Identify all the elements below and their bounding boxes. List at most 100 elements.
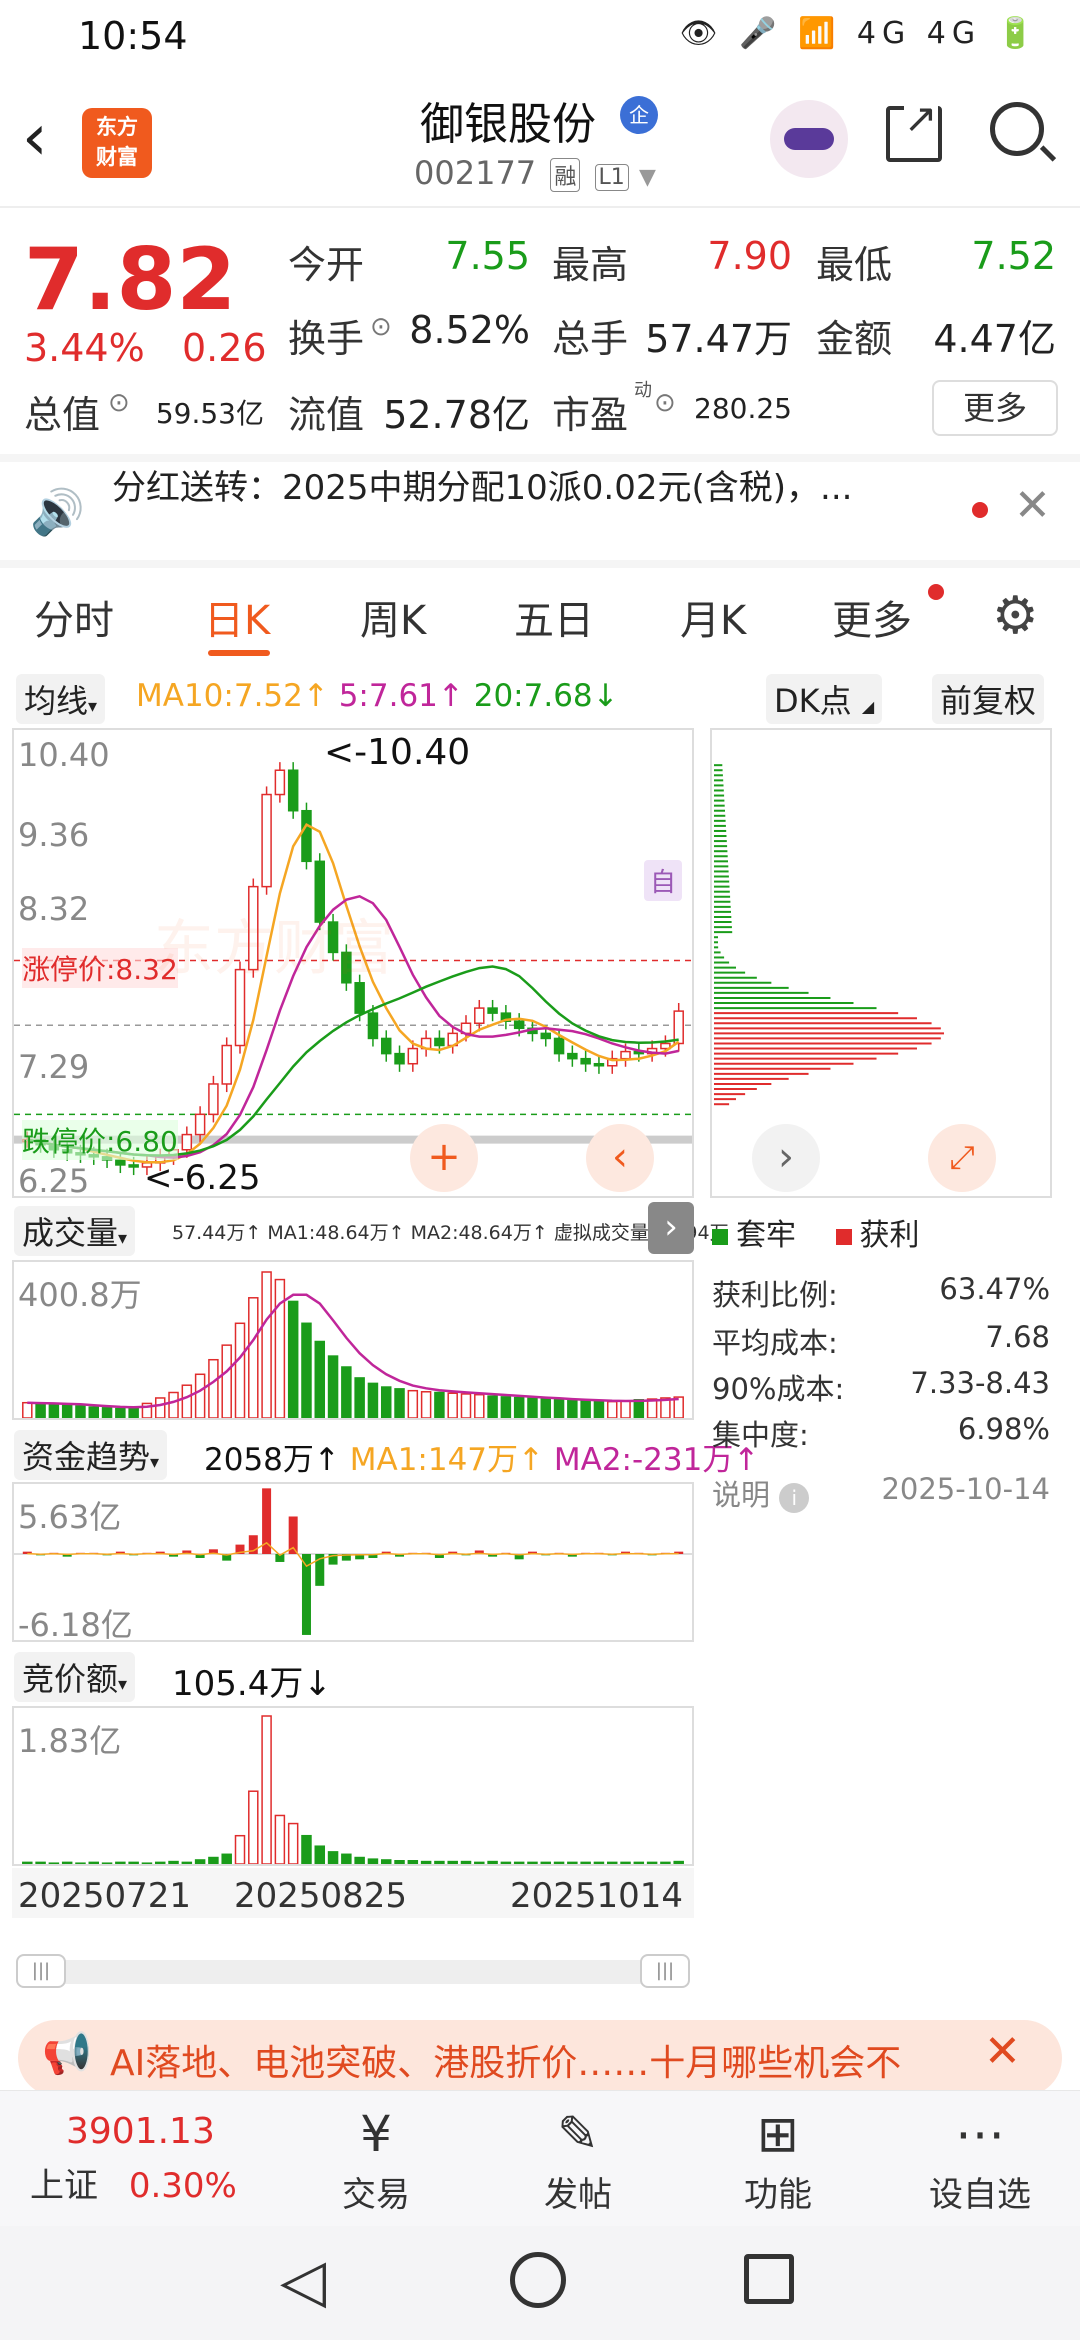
- y-label: 10.40: [18, 736, 110, 774]
- tab-five-day[interactable]: 五日: [514, 588, 594, 646]
- y-label: -6.18亿: [18, 1606, 133, 1644]
- change-amount: 0.26: [182, 326, 267, 370]
- dk-point-dropdown[interactable]: DK点 ◢: [766, 674, 883, 724]
- volume-bar: [208, 1358, 219, 1418]
- fund-dropdown[interactable]: 资金趋势▾: [14, 1430, 168, 1480]
- tab-weekly-k[interactable]: 周K: [360, 588, 426, 646]
- auction-bar: [88, 1861, 100, 1864]
- volume-bar: [567, 1399, 578, 1418]
- auction-bar: [354, 1856, 365, 1864]
- y-label: 7.29: [18, 1048, 90, 1086]
- notice-text[interactable]: 分红送转：2025中期分配10派0.02元(含税)，...: [112, 460, 932, 509]
- avg-cost-value: 7.68: [985, 1320, 1050, 1354]
- auction-bar: [380, 1859, 392, 1864]
- auction-bar: [434, 1860, 445, 1864]
- profit-ratio-label: 获利比例:: [712, 1278, 838, 1312]
- tab-more-dot: [928, 584, 944, 600]
- chevron-left-icon[interactable]: ‹: [586, 1124, 654, 1192]
- nav-home-icon[interactable]: [510, 2252, 566, 2308]
- stock-code-row[interactable]: 002177 融 L1 ▼: [414, 154, 656, 192]
- fund-indicator-row: 资金趋势▾ 2058万↑ MA1:147万↑ MA2:-231万↑: [0, 1428, 759, 1480]
- functions-button[interactable]: ⊞ 功能: [708, 2105, 848, 2216]
- tab-more[interactable]: 更多: [832, 588, 912, 646]
- nav-back-icon[interactable]: ◁: [280, 2246, 326, 2316]
- volume-bar: [115, 1407, 126, 1418]
- edit-icon: ✎: [557, 2105, 599, 2163]
- trade-icon: ¥: [360, 2105, 392, 2163]
- volume-bar: [394, 1388, 405, 1418]
- chevron-down-icon: ▾: [88, 696, 98, 717]
- ma-dropdown[interactable]: 均线▾: [16, 674, 106, 724]
- volume-bar: [500, 1396, 512, 1418]
- auction-bar: [48, 1862, 60, 1864]
- nav-recents-icon[interactable]: [744, 2254, 794, 2304]
- info-icon[interactable]: ⊙: [108, 388, 130, 418]
- trade-button[interactable]: ¥ 交易: [306, 2105, 446, 2216]
- range-handle-left[interactable]: |||: [16, 1954, 66, 1988]
- explain-link[interactable]: 说明 i: [712, 1472, 810, 1514]
- adjust-dropdown[interactable]: 前复权: [932, 674, 1045, 724]
- add-watchlist-button[interactable]: ⋯ 设自选: [910, 2105, 1050, 2216]
- volume-chart-panel[interactable]: 400.8万: [12, 1260, 694, 1420]
- candle-body: [194, 1113, 206, 1136]
- volume-bar: [48, 1403, 60, 1418]
- add-drawing-button[interactable]: +: [410, 1124, 478, 1192]
- range-handle-right[interactable]: |||: [640, 1954, 690, 1988]
- chip-distribution-panel[interactable]: › ⤢: [710, 728, 1052, 1198]
- volume-bar: [354, 1377, 365, 1418]
- volume-bar: [22, 1401, 33, 1418]
- dividend-notice[interactable]: 🔊 分红送转：2025中期分配10派0.02元(含税)，... ✕: [0, 456, 1080, 562]
- tab-daily-k[interactable]: 日K: [204, 588, 270, 646]
- volume-dropdown[interactable]: 成交量▾: [14, 1206, 136, 1256]
- auction-bar: [487, 1860, 498, 1864]
- expand-icon[interactable]: ⤢: [928, 1124, 996, 1192]
- auction-bar: [593, 1861, 605, 1864]
- candle-body: [301, 809, 312, 863]
- back-icon[interactable]: ‹: [22, 106, 48, 170]
- index-pct: 0.30%: [128, 2166, 237, 2206]
- fund-value: 2058万↑: [204, 1442, 340, 1478]
- search-icon[interactable]: [990, 102, 1044, 156]
- auction-bar: [35, 1861, 46, 1864]
- chevron-right-icon[interactable]: ›: [648, 1202, 694, 1254]
- range-scrollbar[interactable]: ||| |||: [16, 1954, 690, 1988]
- tab-monthly-k[interactable]: 月K: [680, 588, 746, 646]
- info-icon[interactable]: ⊙: [370, 312, 392, 342]
- index-widget[interactable]: 3901.13 上证 0.30%: [30, 2111, 270, 2207]
- auction-bar: [141, 1862, 153, 1864]
- level-tag: L1: [594, 164, 629, 191]
- fund-chart-panel[interactable]: 5.63亿 -6.18亿: [12, 1482, 694, 1644]
- tab-intraday[interactable]: 分时: [34, 588, 114, 646]
- close-icon[interactable]: ✕: [1014, 480, 1051, 531]
- more-quote-button[interactable]: 更多: [932, 380, 1058, 436]
- auction-chart-panel[interactable]: 1.83亿: [12, 1706, 694, 1866]
- volume-bar: [327, 1355, 339, 1418]
- assistant-avatar-icon[interactable]: [770, 100, 848, 178]
- gear-icon[interactable]: ⚙: [992, 586, 1039, 646]
- period-tabs: 分时 日K 周K 五日 月K 更多 ⚙: [0, 566, 1080, 662]
- share-icon[interactable]: [886, 96, 942, 162]
- auction-bar: [128, 1861, 139, 1864]
- active-tab-indicator: [208, 650, 270, 656]
- auction-dropdown[interactable]: 竞价额▾: [14, 1652, 136, 1702]
- ma5-value: 5:7.61↑: [338, 678, 464, 714]
- last-price: 7.82: [24, 230, 237, 330]
- auction-bar: [234, 1834, 246, 1864]
- auction-bar: [540, 1861, 552, 1864]
- close-icon[interactable]: ✕: [984, 2026, 1021, 2077]
- y-label: 400.8万: [18, 1276, 142, 1314]
- chevron-right-icon[interactable]: ›: [752, 1124, 820, 1192]
- promo-banner[interactable]: 📢 AI落地、电池突破、港股折价……十月哪些机会不 ✕: [18, 2020, 1062, 2096]
- auction-bar: [314, 1845, 326, 1864]
- candle-body: [128, 1164, 139, 1168]
- stock-name[interactable]: 御银股份: [420, 88, 596, 152]
- y-label: 9.36: [18, 816, 90, 854]
- kline-chart-panel[interactable]: 10.40 9.36 8.32 7.29 6.25 涨停价:8.32 跌停价:6…: [12, 728, 694, 1200]
- post-button[interactable]: ✎ 发帖: [508, 2105, 648, 2216]
- auction-bar: [341, 1853, 352, 1864]
- market-cap-label: 总值: [24, 393, 101, 437]
- candle-body: [221, 1044, 232, 1085]
- volume-bar: [367, 1382, 379, 1418]
- info-icon[interactable]: ⊙: [654, 388, 676, 418]
- volume-bar: [540, 1398, 552, 1418]
